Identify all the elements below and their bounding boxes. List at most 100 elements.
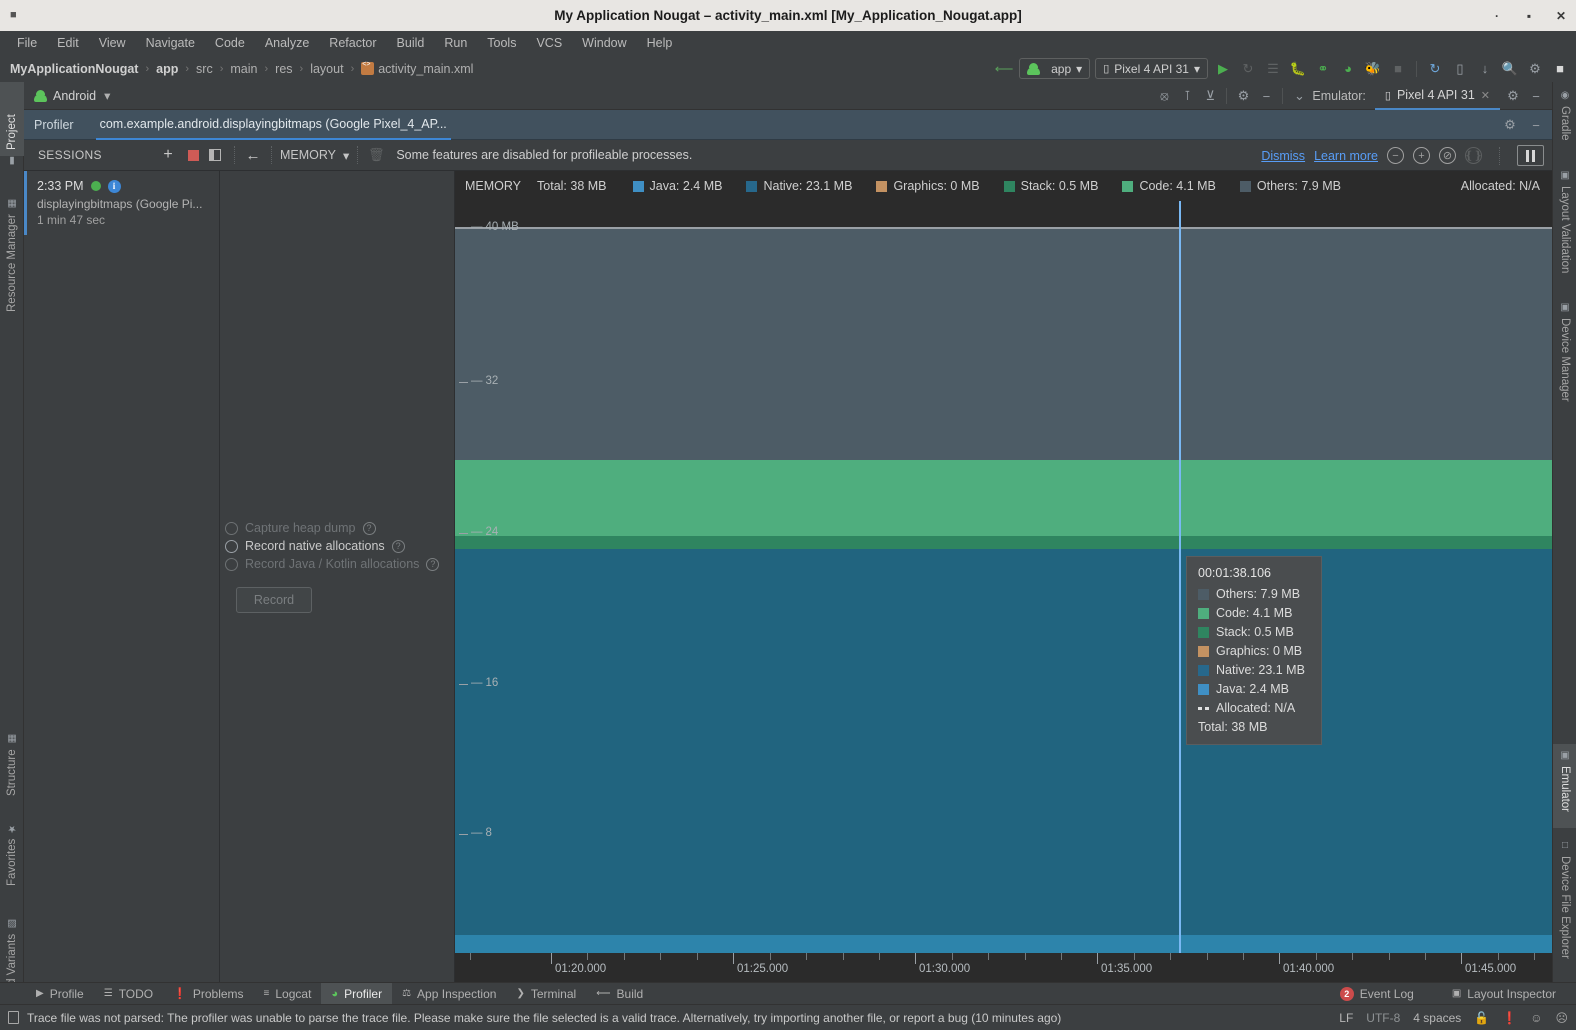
breadcrumb-project[interactable]: MyApplicationNougat xyxy=(10,62,138,76)
sidebar-item-resource-manager[interactable]: Resource Manager ▦ xyxy=(0,178,24,318)
bottom-tab-layout-inspector[interactable]: ▣ Layout Inspector xyxy=(1442,983,1566,1005)
sidebar-item-device-file-explorer[interactable]: □ Device File Explorer xyxy=(1553,834,1576,968)
breadcrumb-layout[interactable]: layout xyxy=(310,62,343,76)
menu-file[interactable]: File xyxy=(8,33,46,53)
menu-code[interactable]: Code xyxy=(206,33,254,53)
run-coverage-icon[interactable]: ↻ xyxy=(1238,59,1258,79)
emulator-device-tab[interactable]: ▯ Pixel 4 API 31 ✕ xyxy=(1374,82,1500,110)
sdk-manager-icon[interactable]: ↓ xyxy=(1475,59,1495,79)
profile-icon[interactable]: ☰ xyxy=(1263,59,1283,79)
bottom-tab-problems[interactable]: ❗ Problems xyxy=(163,983,253,1005)
error-icon[interactable]: ❗ xyxy=(1502,1011,1517,1025)
bottom-tab-app-inspection[interactable]: ⚖ App Inspection xyxy=(392,983,506,1005)
lock-icon[interactable]: 🔓 xyxy=(1474,1011,1489,1025)
breadcrumb-activity-main[interactable]: activity_main.xml xyxy=(378,62,473,76)
settings-gear-icon[interactable]: ⚙ xyxy=(1525,59,1545,79)
menu-vcs[interactable]: VCS xyxy=(527,33,571,53)
close-icon[interactable]: ✕ xyxy=(1481,89,1490,102)
bottom-tab-build[interactable]: ⟵ Build xyxy=(586,983,653,1005)
toggle-panel-icon[interactable] xyxy=(209,149,221,161)
breadcrumb-main[interactable]: main xyxy=(230,62,257,76)
memory-timeline-chart[interactable]: MEMORY Total: 38 MB Java: 2.4 MB Native:… xyxy=(455,171,1552,982)
help-icon[interactable]: ? xyxy=(391,539,405,553)
back-button[interactable]: ← xyxy=(243,145,263,165)
profiler-icon[interactable]: ◕ xyxy=(1338,59,1358,79)
close-button[interactable]: ✕ xyxy=(1554,9,1568,23)
menu-analyze[interactable]: Analyze xyxy=(256,33,318,53)
sidebar-item-layout-validation[interactable]: ▣ Layout Validation xyxy=(1553,164,1576,288)
bottom-tab-profiler[interactable]: ◕ Profiler xyxy=(321,982,393,1005)
attach-debugger-icon[interactable]: ⚭ xyxy=(1313,59,1333,79)
help-icon[interactable]: ? xyxy=(426,557,440,571)
search-icon[interactable]: 🔍 xyxy=(1500,59,1520,79)
radio-icon[interactable] xyxy=(225,521,238,535)
info-icon[interactable]: i xyxy=(107,179,121,193)
chevron-down-icon[interactable]: ▾ xyxy=(104,88,110,103)
zoom-out-button[interactable]: − xyxy=(1387,147,1404,164)
profiler-process-tab[interactable]: com.example.android.displayingbitmaps (G… xyxy=(95,110,451,140)
chevron-down-icon[interactable]: ⌄ xyxy=(1289,86,1309,106)
sad-face-icon[interactable]: ☹ xyxy=(1555,1011,1568,1025)
sidebar-item-structure[interactable]: Structure ▦ xyxy=(0,722,24,802)
option-record-native-allocations[interactable]: Record native allocations ? xyxy=(225,539,455,553)
help-icon[interactable]: ? xyxy=(362,521,376,535)
breadcrumb-src[interactable]: src xyxy=(196,62,213,76)
sidebar-item-emulator[interactable]: ▣ Emulator xyxy=(1553,744,1576,828)
sidebar-item-favorites[interactable]: Favorites ★ xyxy=(0,810,24,892)
menu-build[interactable]: Build xyxy=(388,33,434,53)
avd-manager-icon[interactable]: ▯ xyxy=(1450,59,1470,79)
gear-icon[interactable]: ⚙ xyxy=(1233,86,1253,106)
stage-selector[interactable]: MEMORY ▾ xyxy=(280,148,349,163)
sidebar-item-device-manager[interactable]: ▣ Device Manager xyxy=(1553,296,1576,414)
breadcrumb-app[interactable]: app xyxy=(156,62,178,76)
run-icon[interactable]: ▶ xyxy=(1213,59,1233,79)
zoom-in-button[interactable]: + xyxy=(1413,147,1430,164)
device-selector[interactable]: ▯ Pixel 4 API 31 ▾ xyxy=(1095,58,1208,79)
option-record-java-kotlin-allocations[interactable]: Record Java / Kotlin allocations ? xyxy=(225,557,455,571)
record-button[interactable]: Record xyxy=(236,587,312,613)
menu-refactor[interactable]: Refactor xyxy=(320,33,385,53)
minimize-icon[interactable]: − xyxy=(1526,86,1546,106)
x-axis[interactable]: 01:20.000 01:25.000 01:30.000 01:35.000 xyxy=(455,953,1552,982)
reset-zoom-icon[interactable]: ⊘ xyxy=(1439,147,1456,164)
radio-icon[interactable] xyxy=(225,557,238,571)
stacked-area-plot[interactable] xyxy=(455,228,1552,953)
happy-face-icon[interactable]: ☺ xyxy=(1530,1011,1542,1025)
dismiss-link[interactable]: Dismiss xyxy=(1261,149,1305,163)
bottom-tab-event-log[interactable]: 2 Event Log xyxy=(1330,983,1424,1005)
menu-run[interactable]: Run xyxy=(435,33,476,53)
pause-button[interactable] xyxy=(1517,145,1544,166)
sidebar-item-gradle[interactable]: ◉ Gradle xyxy=(1553,84,1576,156)
minimize-button[interactable]: · xyxy=(1490,9,1504,23)
menu-help[interactable]: Help xyxy=(638,33,682,53)
menu-tools[interactable]: Tools xyxy=(478,33,525,53)
radio-icon[interactable] xyxy=(225,539,238,553)
maximize-button[interactable]: ▪ xyxy=(1522,9,1536,23)
attach-to-live-icon[interactable]: ❴❵ xyxy=(1464,147,1483,164)
bottom-tab-todo[interactable]: ☰ TODO xyxy=(94,983,163,1005)
expand-icon[interactable]: ⊻ xyxy=(1200,86,1220,106)
module-selector[interactable]: app ▾ xyxy=(1019,58,1091,79)
debug-icon[interactable]: 🐛 xyxy=(1288,59,1308,79)
menu-edit[interactable]: Edit xyxy=(48,33,88,53)
bottom-tab-terminal[interactable]: ❯ Terminal xyxy=(506,983,586,1005)
stop-session-icon[interactable] xyxy=(188,149,199,161)
learn-more-link[interactable]: Learn more xyxy=(1314,149,1378,163)
indent-indicator[interactable]: 4 spaces xyxy=(1413,1011,1461,1025)
run-with-android-icon[interactable]: 🐝 xyxy=(1363,59,1383,79)
bottom-tab-profile[interactable]: ▶ Profile xyxy=(26,983,94,1005)
sync-gradle-icon[interactable]: ↻ xyxy=(1425,59,1445,79)
minimize-icon[interactable]: − xyxy=(1526,115,1546,135)
timeline-cursor[interactable] xyxy=(1179,201,1181,953)
status-message[interactable]: Trace file was not parsed: The profiler … xyxy=(27,1011,1061,1025)
encoding-indicator[interactable]: UTF-8 xyxy=(1366,1011,1400,1025)
menu-view[interactable]: View xyxy=(90,33,135,53)
line-separator-indicator[interactable]: LF xyxy=(1339,1011,1353,1025)
gear-icon[interactable]: ⚙ xyxy=(1500,115,1520,135)
breadcrumb-res[interactable]: res xyxy=(275,62,292,76)
menu-navigate[interactable]: Navigate xyxy=(137,33,204,53)
bottom-tab-logcat[interactable]: ≡ Logcat xyxy=(254,983,322,1005)
target-icon[interactable]: ⦻ xyxy=(1154,86,1174,106)
menu-window[interactable]: Window xyxy=(573,33,635,53)
make-project-icon[interactable]: ⟵ xyxy=(994,59,1014,79)
